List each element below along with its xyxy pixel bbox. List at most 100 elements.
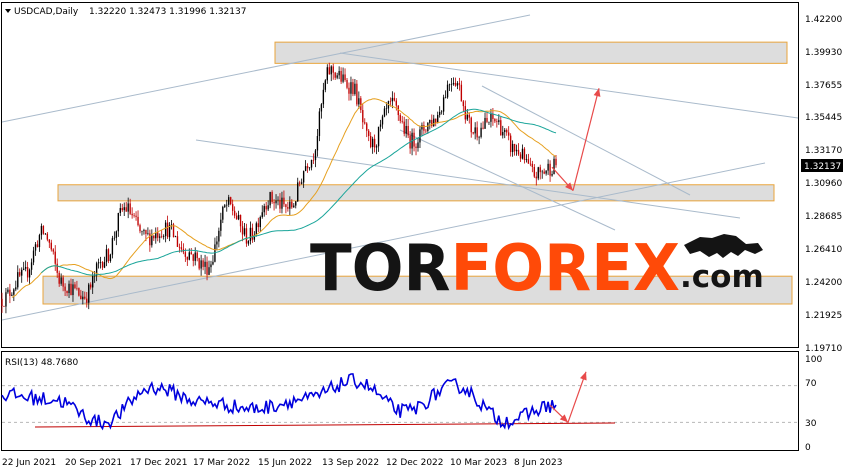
candle-body — [310, 159, 313, 168]
candle-body — [389, 101, 392, 102]
candle-body — [74, 284, 76, 289]
candle-body — [350, 82, 352, 94]
candle-body — [346, 79, 348, 88]
candle-body — [371, 138, 374, 148]
symbol-label: USDCAD,Daily — [14, 7, 79, 17]
candle-body — [90, 284, 92, 288]
candle-body — [5, 292, 7, 307]
brand-suffix: .com — [680, 259, 764, 295]
candle-body — [241, 226, 244, 235]
candle-body — [308, 167, 311, 169]
candle-body — [58, 272, 60, 284]
price-candle — [107, 248, 110, 264]
candle-body — [318, 111, 321, 136]
candle-body — [429, 120, 431, 123]
candle-body — [22, 268, 25, 270]
candle-body — [302, 171, 305, 183]
candle-body — [539, 167, 541, 173]
price-tick-label: 1.21925 — [805, 311, 842, 321]
candle-body — [119, 208, 121, 213]
rsi-tick-label: 30 — [805, 419, 817, 429]
candle-body — [322, 89, 325, 105]
candle-body — [287, 207, 289, 209]
candle-body — [40, 225, 43, 236]
candle-body — [395, 100, 397, 106]
candle-body — [533, 167, 536, 177]
candle-body — [76, 288, 78, 289]
candle-body — [127, 203, 129, 212]
candle-body — [521, 148, 524, 159]
candle-body — [261, 212, 263, 217]
candle-body — [121, 208, 123, 211]
candle-body — [64, 286, 66, 291]
candle-body — [277, 199, 279, 201]
price-candle — [198, 257, 200, 271]
candle-body — [226, 204, 228, 206]
candle-body — [159, 236, 161, 238]
candle-body — [115, 231, 118, 238]
candle-body — [52, 249, 54, 252]
candle-body — [170, 224, 173, 225]
candle-body — [109, 254, 112, 261]
candle-body — [204, 261, 206, 267]
candle-body — [28, 269, 31, 278]
candle-body — [433, 118, 435, 126]
candle-body — [535, 176, 537, 179]
candle-body — [304, 166, 307, 172]
candle-body — [312, 159, 315, 161]
time-tick-label: 20 Sep 2021 — [65, 458, 122, 468]
price-axis: 1.42200 1.39930 1.37655 1.35445 1.33170 … — [805, 15, 842, 354]
price-tick-label: 1.24200 — [805, 278, 842, 288]
rsi-plot-frame — [1, 351, 799, 451]
candle-body — [500, 120, 502, 136]
candle-body — [44, 233, 47, 235]
candle-body — [354, 83, 356, 95]
candle-body — [545, 170, 547, 174]
candle-body — [267, 205, 269, 210]
rsi-axis: 100 70 30 0 — [805, 355, 822, 453]
candle-body — [15, 287, 17, 290]
rsi-tick-label: 70 — [805, 379, 817, 389]
candle-body — [231, 204, 234, 211]
candle-body — [547, 163, 549, 171]
price-candle — [356, 80, 358, 107]
candle-body — [103, 262, 106, 268]
candle-body — [137, 216, 139, 226]
candle-body — [446, 84, 449, 98]
candle-body — [32, 250, 35, 263]
candle-body — [377, 126, 380, 147]
candle-body — [113, 237, 116, 239]
candle-body — [123, 207, 125, 211]
candle-body — [153, 235, 155, 239]
candle-body — [239, 214, 242, 227]
candle-body — [281, 197, 283, 209]
candle-body — [218, 230, 220, 242]
candle-body — [21, 269, 23, 276]
chart-root: TORFOREX .com USDCAD,Daily 1.32220 1.324… — [1, 2, 843, 468]
candle-body — [442, 97, 445, 112]
candle-body — [454, 82, 457, 86]
candle-body — [164, 222, 167, 237]
candle-body — [17, 272, 19, 288]
candle-body — [78, 288, 80, 296]
candle-body — [366, 123, 368, 131]
candle-body — [157, 232, 159, 238]
candle-body — [541, 171, 543, 173]
candle-body — [330, 66, 332, 75]
candle-body — [385, 108, 388, 110]
candle-body — [1, 298, 3, 306]
price-tick-label: 1.26410 — [805, 245, 842, 255]
candle-body — [470, 117, 472, 133]
candle-body — [54, 251, 56, 264]
candle-body — [369, 136, 372, 148]
candle-body — [289, 201, 291, 209]
candle-body — [66, 290, 68, 294]
candle-body — [437, 115, 439, 124]
candle-body — [356, 83, 358, 105]
candle-body — [460, 84, 463, 102]
candle-body — [143, 230, 145, 232]
candle-body — [86, 298, 88, 303]
candle-body — [531, 163, 534, 168]
candle-body — [502, 132, 504, 136]
candle-body — [320, 104, 323, 112]
